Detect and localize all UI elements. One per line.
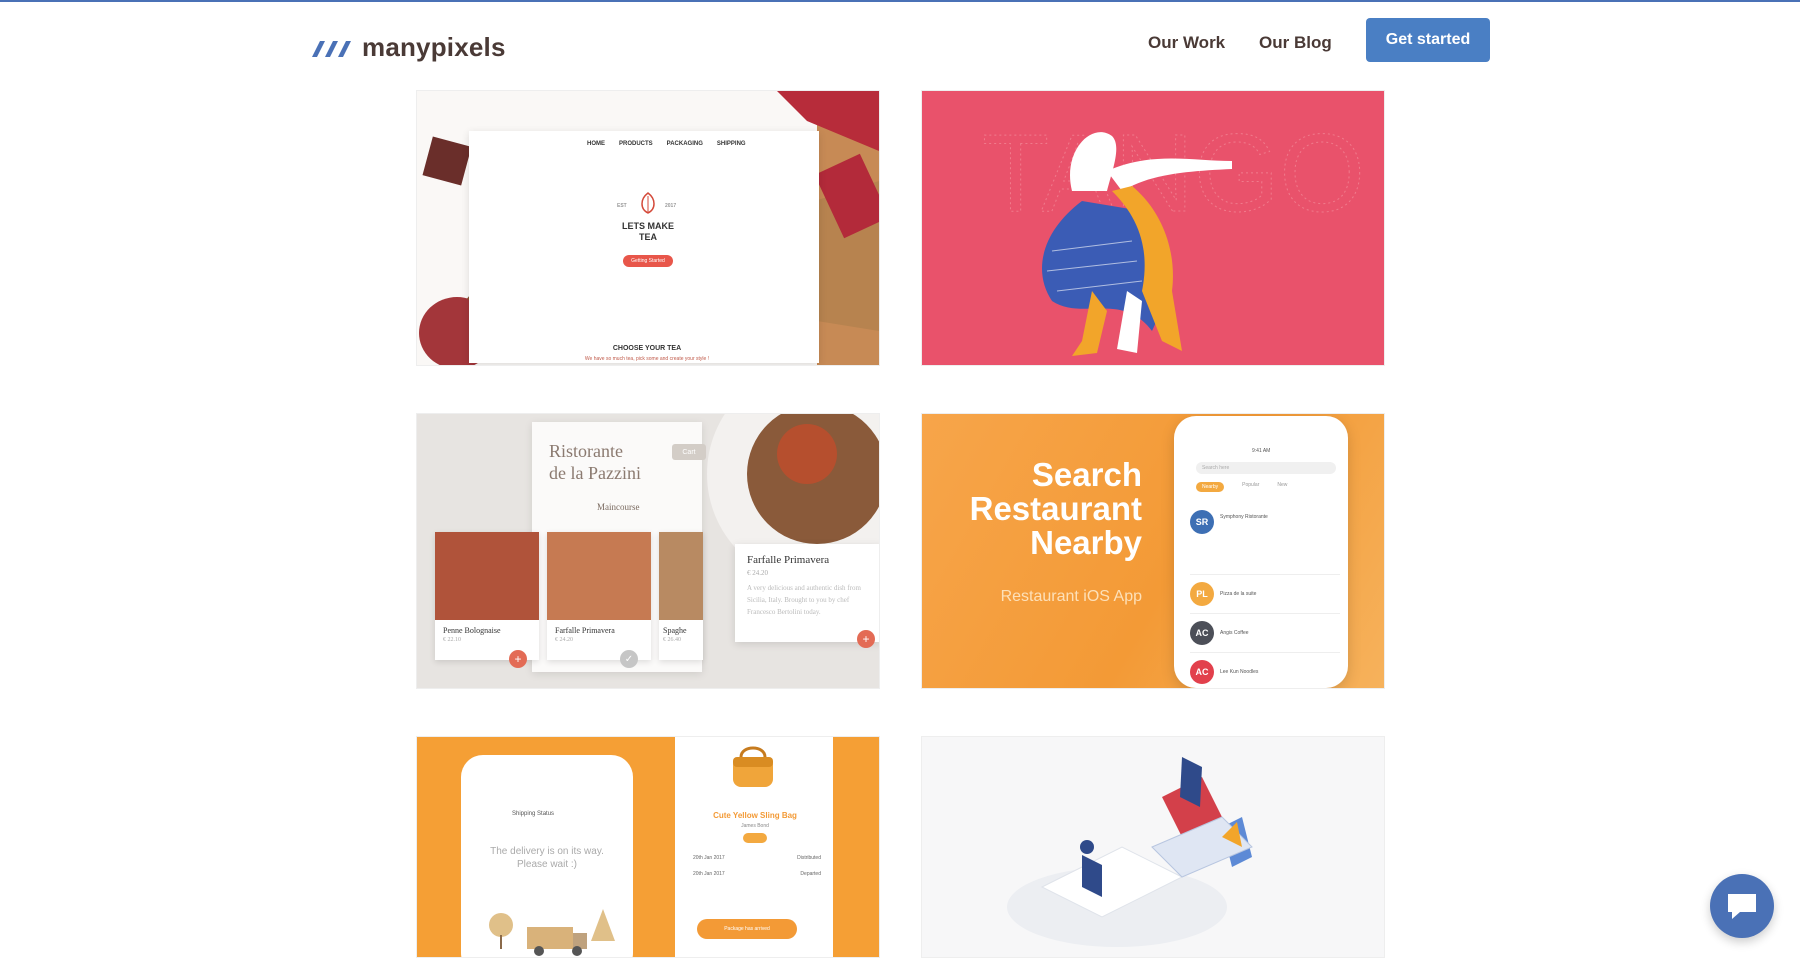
search-headline: Search Restaurant Nearby <box>962 458 1142 560</box>
tea-nav: HOME PRODUCTS PACKAGING SHIPPING <box>587 141 746 147</box>
portfolio-card-dance[interactable]: TANGO <box>921 90 1385 366</box>
menu-item-card[interactable]: Penne Bolognaise € 22.10 <box>435 532 539 660</box>
tea-nav-home: HOME <box>587 141 605 147</box>
tea-getting-started-button[interactable]: Getting Started <box>623 255 673 267</box>
nav-our-work[interactable]: Our Work <box>1148 28 1225 58</box>
list-avatar: PL <box>1190 582 1214 606</box>
list-avatar: SR <box>1190 510 1214 534</box>
package-arrived-button[interactable]: Package has arrived <box>697 919 797 939</box>
brand-name: manypixels <box>362 32 506 62</box>
menu-item-name: Penne Bolognaise <box>443 626 501 635</box>
portfolio-card-search-restaurant[interactable]: Search Restaurant Nearby Restaurant iOS … <box>921 413 1385 689</box>
search-headline-line3: Nearby <box>1030 524 1142 561</box>
phone-time: 9:41 AM <box>1252 448 1271 454</box>
menu-item-card[interactable]: Spaghe € 26.40 <box>659 532 703 660</box>
site-header: manypixels Our Work Our Blog Get started <box>0 2 1800 86</box>
shipping-row-date: 20th Jan 2017 <box>693 855 725 861</box>
list-name: Lee Kun Noodles <box>1220 669 1259 675</box>
tea-title-line2: TEA <box>639 232 657 242</box>
shipping-row-date: 20th Jan 2017 <box>693 871 725 877</box>
phone-search-input[interactable]: Search here <box>1196 462 1336 474</box>
menu-item-name: Spaghe <box>663 626 687 635</box>
menu-item-price: € 22.10 <box>443 637 461 643</box>
delivery-message-line2: Please wait :) <box>516 859 578 870</box>
tea-year: 2017 <box>665 203 677 209</box>
cart-button[interactable]: Cart <box>672 444 706 460</box>
portfolio-card-isometric[interactable] <box>921 736 1385 958</box>
list-item[interactable]: AC Lee Kun Noodles <box>1190 653 1340 688</box>
tea-est: EST <box>617 203 627 209</box>
list-name: Angis Coffee <box>1220 630 1249 636</box>
check-icon[interactable]: ✓ <box>620 650 638 668</box>
logo-stripes-icon <box>312 40 351 57</box>
chat-bubble-icon <box>1728 894 1756 919</box>
product-by: James Bond <box>741 823 769 829</box>
list-item[interactable]: SR Symphony Ristorante <box>1190 504 1340 575</box>
product-name: Cute Yellow Sling Bag <box>713 811 797 820</box>
menu-item-photo <box>547 532 651 620</box>
dancers-illustration: TANGO <box>982 112 1365 356</box>
chat-widget-button[interactable] <box>1710 874 1774 938</box>
restaurant-title-line2: de la Pazzini <box>549 463 641 483</box>
phone-tabs: Nearby Popular New <box>1196 482 1287 492</box>
restaurant-title-line1: Ristorante <box>549 441 623 461</box>
tea-title: LETS MAKE TEA <box>593 221 703 243</box>
tea-mockup-panel <box>469 131 819 363</box>
dish-detail-card: Farfalle Primavera € 24.20 A very delici… <box>735 544 879 642</box>
add-icon[interactable]: + <box>509 650 527 668</box>
list-name: Pizza de la suite <box>1220 591 1257 597</box>
get-started-button[interactable]: Get started <box>1366 18 1490 62</box>
portfolio-card-tea[interactable]: HOME PRODUCTS PACKAGING SHIPPING EST 201… <box>416 90 880 366</box>
list-item[interactable]: PL Pizza de la suite <box>1190 575 1340 614</box>
restaurant-list: SR Symphony Ristorante PL Pizza de la su… <box>1190 504 1340 688</box>
restaurant-title: Ristorante de la Pazzini <box>549 440 641 484</box>
shipping-row: 20th Jan 2017 Departed <box>693 871 821 887</box>
search-subtitle: Restaurant iOS App <box>1000 588 1142 605</box>
leaf-icon <box>641 192 655 214</box>
dish-detail-name: Farfalle Primavera <box>747 554 830 566</box>
menu-item-name: Farfalle Primavera <box>555 626 615 635</box>
tea-tagline: We have so much tea, pick some and creat… <box>584 356 710 362</box>
delivery-message: The delivery is on its way. Please wait … <box>477 845 617 871</box>
phone-tab-popular[interactable]: Popular <box>1242 482 1259 492</box>
shipping-row: 20th Jan 2017 Distributed <box>693 855 821 871</box>
list-avatar: AC <box>1190 621 1214 645</box>
tab-maincourse[interactable]: Maincourse <box>597 502 640 512</box>
phone-tab-new[interactable]: New <box>1277 482 1287 492</box>
shipping-row-status: Departed <box>800 871 821 877</box>
search-headline-line2: Restaurant <box>969 490 1142 527</box>
list-item[interactable]: AC Angis Coffee <box>1190 614 1340 653</box>
list-avatar: AC <box>1190 660 1214 684</box>
menu-item-card[interactable]: Farfalle Primavera € 24.20 <box>547 532 651 660</box>
truck-illustration <box>489 909 615 956</box>
product-tag <box>743 833 767 843</box>
tea-nav-products: PRODUCTS <box>619 141 653 147</box>
portfolio-card-delivery[interactable]: Shipping Status The delivery is on its w… <box>416 736 880 958</box>
list-name: Symphony Ristorante <box>1220 514 1268 520</box>
add-icon[interactable]: + <box>857 630 875 648</box>
tea-nav-packaging: PACKAGING <box>666 141 703 147</box>
bag-illustration <box>733 746 773 787</box>
isometric-illustration <box>1007 757 1253 947</box>
nav-our-blog[interactable]: Our Blog <box>1259 28 1332 58</box>
dish-detail-text: A very delicious and authentic dish from… <box>747 584 861 616</box>
tea-section-title: CHOOSE YOUR TEA <box>612 345 682 352</box>
shipping-status-header: Shipping Status <box>512 811 555 817</box>
menu-item-photo <box>659 532 703 620</box>
search-headline-line1: Search <box>1031 456 1142 493</box>
menu-item-photo <box>435 532 539 620</box>
tea-nav-shipping: SHIPPING <box>716 141 746 147</box>
portfolio-card-ristorante[interactable]: Ristorante de la Pazzini Cart Maincourse… <box>416 413 880 689</box>
brand-logo[interactable]: manypixels <box>310 32 506 63</box>
tea-title-line1: LETS MAKE <box>621 221 674 231</box>
shipping-row-status: Distributed <box>797 855 821 861</box>
phone-tab-nearby[interactable]: Nearby <box>1196 482 1225 492</box>
menu-item-price: € 24.20 <box>555 637 573 643</box>
shipping-rows: 20th Jan 2017 Distributed 20th Jan 2017 … <box>693 855 821 887</box>
delivery-message-line1: The delivery is on its way. <box>490 846 604 857</box>
menu-item-price: € 26.40 <box>663 637 681 643</box>
dish-detail-price: € 24.20 <box>747 569 768 577</box>
